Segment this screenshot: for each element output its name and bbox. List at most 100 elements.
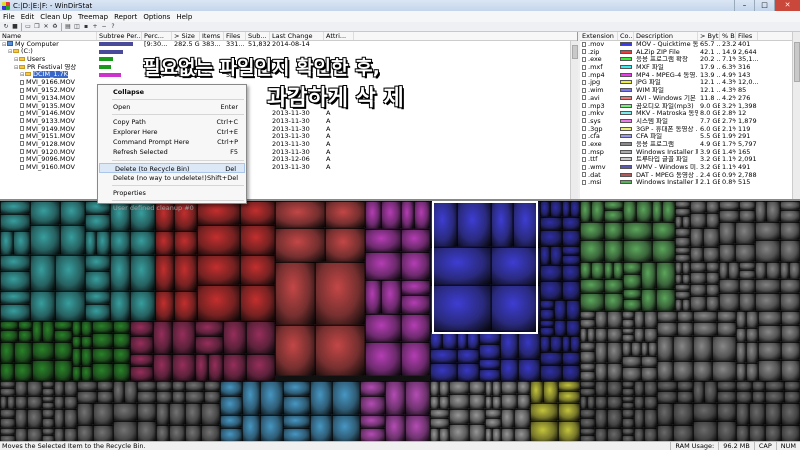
treemap-tile[interactable] (485, 396, 492, 409)
menu-file[interactable]: File (0, 13, 18, 21)
treemap-tile[interactable] (677, 322, 693, 336)
treemap-tile[interactable] (673, 361, 693, 381)
extension-row[interactable]: .zip ALZip ZIP File 42.1 ...14.9...2,644 (580, 49, 800, 57)
treemap-tile[interactable] (32, 321, 42, 342)
treemap-tile[interactable] (595, 409, 607, 428)
treemap-tile[interactable] (485, 428, 492, 441)
treemap-tile[interactable] (325, 228, 365, 262)
column-extension[interactable]: Extension (580, 32, 618, 40)
treemap-tile[interactable] (675, 201, 690, 208)
treemap-tile[interactable] (540, 265, 562, 281)
treemap-tile[interactable] (766, 262, 780, 279)
treemap-tile[interactable] (72, 348, 81, 366)
treemap-tile[interactable] (675, 254, 690, 262)
treemap-tile[interactable] (622, 428, 634, 435)
treemap-tile[interactable] (469, 394, 485, 409)
treemap-tile[interactable] (113, 333, 130, 348)
treemap-tile[interactable] (113, 363, 130, 381)
treemap-tile[interactable] (675, 299, 682, 311)
treemap-tile[interactable] (13, 231, 30, 255)
treemap-tile[interactable] (717, 322, 736, 336)
tree-row[interactable]: MVI_9149.MOV 2013-11-30 A (0, 126, 577, 134)
treemap-tile[interactable] (607, 342, 622, 363)
treemap-tile[interactable] (385, 415, 405, 441)
treemap-tile[interactable] (124, 381, 137, 403)
column-color[interactable]: Co... (618, 32, 634, 40)
treemap-tile[interactable] (570, 336, 580, 352)
open-folder-icon[interactable]: ▭ (24, 23, 32, 31)
treemap-tile[interactable] (0, 418, 15, 428)
treemap-tile[interactable] (240, 285, 275, 321)
treemap-tile[interactable] (77, 403, 93, 425)
treemap-tile[interactable] (634, 396, 644, 409)
treemap-tile[interactable] (607, 328, 622, 342)
treemap-tile[interactable] (479, 359, 500, 369)
menu-treemap[interactable]: Treemap (75, 13, 111, 21)
column-attributes[interactable]: Attri... (324, 32, 354, 40)
treemap-tile[interactable] (562, 217, 580, 230)
treemap-tile[interactable] (92, 348, 113, 363)
treemap-tile[interactable] (675, 208, 690, 216)
treemap-tile[interactable] (85, 231, 96, 255)
treemap-tile[interactable] (656, 262, 675, 289)
treemap-tile[interactable] (195, 336, 223, 354)
column-name[interactable]: Name (0, 32, 97, 40)
treemap-tile[interactable] (652, 201, 662, 222)
treemap-tile[interactable] (332, 381, 360, 415)
treemap-tile[interactable] (439, 428, 449, 441)
treemap-tile[interactable] (130, 366, 153, 381)
extension-row[interactable]: .wmv WMV - Windows 미...3.2 GB1.1%491 (580, 164, 800, 172)
treemap-tile[interactable] (360, 415, 385, 428)
menu-help[interactable]: Help (173, 13, 195, 21)
treemap-tile[interactable] (739, 262, 755, 270)
treemap-tile[interactable] (677, 311, 693, 322)
treemap-tile[interactable] (607, 409, 622, 428)
treemap-tile[interactable] (208, 354, 223, 381)
treemap-tile[interactable] (18, 330, 32, 342)
treemap-tile[interactable] (275, 228, 325, 262)
treemap-tile[interactable] (93, 425, 113, 441)
treemap-tile[interactable] (185, 403, 201, 425)
treemap-tile[interactable] (712, 361, 736, 381)
maximize-button[interactable]: □ (754, 0, 774, 11)
treemap-tile[interactable] (530, 381, 543, 403)
treemap-tile[interactable] (130, 321, 153, 336)
treemap-tile[interactable] (657, 425, 673, 441)
treemap-tile[interactable] (622, 319, 634, 328)
treemap-tile[interactable] (746, 363, 758, 381)
treemap-tile[interactable] (781, 342, 800, 360)
treemap-tile[interactable] (0, 304, 30, 321)
context-item-copy-path[interactable]: Copy Path Ctrl+C (98, 117, 246, 127)
treemap-tile[interactable] (657, 311, 677, 322)
treemap-tile[interactable] (604, 201, 623, 210)
treemap-tile[interactable] (204, 391, 220, 403)
treemap-tile[interactable] (706, 201, 719, 213)
treemap-tile[interactable] (789, 262, 800, 279)
treemap-tile[interactable] (540, 336, 550, 352)
treemap-tile[interactable] (492, 381, 501, 396)
treemap-tile[interactable] (64, 409, 77, 428)
treemap-tile[interactable] (719, 201, 739, 210)
treemap-tile[interactable] (739, 201, 755, 210)
treemap-tile[interactable] (283, 381, 310, 396)
treemap-tile[interactable] (457, 363, 479, 381)
treemap-tile[interactable] (365, 252, 401, 280)
treemap-tile[interactable] (223, 321, 246, 354)
treemap-tile[interactable] (736, 328, 746, 342)
treemap-tile[interactable] (540, 246, 550, 265)
treemap-tile[interactable] (780, 262, 789, 279)
treemap-tile[interactable] (719, 222, 735, 244)
treemap-tile[interactable] (693, 381, 704, 403)
treemap-tile[interactable] (746, 311, 758, 328)
treemap-tile[interactable] (85, 304, 110, 321)
treemap-tile[interactable] (758, 325, 781, 342)
tree-row[interactable]: MVI_9133.MOV 2013-11-30 A (0, 118, 577, 126)
treemap-tile[interactable] (81, 348, 92, 366)
treemap-tile[interactable] (283, 396, 310, 415)
treemap-tile[interactable] (32, 360, 54, 381)
treemap-tile[interactable] (155, 291, 174, 321)
treemap-tile[interactable] (197, 285, 240, 321)
extension-row[interactable]: .msi Windows Installer 패...2.1 GB0.8%515 (580, 179, 800, 187)
treemap-tile[interactable] (172, 354, 195, 381)
treemap-tile[interactable] (562, 246, 580, 255)
